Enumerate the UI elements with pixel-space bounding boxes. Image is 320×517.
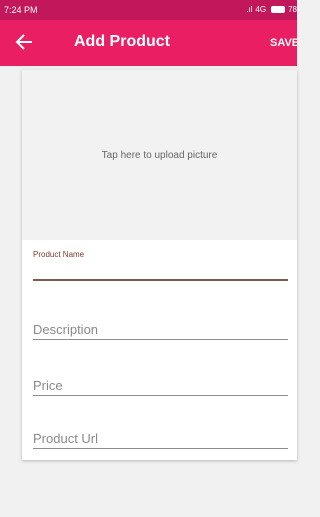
upload-picture-area[interactable]: Tap here to upload picture: [22, 70, 297, 240]
product-url-input[interactable]: [33, 428, 288, 448]
price-underline: [33, 395, 288, 396]
network-type: 4G: [255, 5, 267, 14]
product-url-underline: [33, 448, 288, 449]
product-name-label: Product Name: [33, 250, 85, 259]
product-name-underline: [33, 279, 288, 281]
product-form-card: Tap here to upload picture Product Name: [22, 70, 297, 460]
back-arrow-icon[interactable]: [12, 30, 36, 54]
description-underline: [33, 339, 288, 340]
price-field: [33, 375, 288, 396]
status-icons: .ıl 4G 78: [246, 5, 297, 14]
battery-level: 78: [288, 5, 297, 14]
product-url-field: [33, 428, 288, 449]
save-button[interactable]: SAVE: [270, 37, 297, 49]
signal-icon: .ıl: [246, 5, 253, 14]
product-name-field: Product Name: [33, 250, 288, 281]
description-field: [33, 319, 288, 340]
page-title: Add Product: [74, 33, 170, 50]
upload-label: Tap here to upload picture: [101, 150, 218, 161]
status-bar: 7:24 PM .ıl 4G 78: [0, 0, 297, 20]
battery-icon: [271, 6, 286, 13]
product-name-input[interactable]: [33, 259, 288, 279]
price-input[interactable]: [33, 375, 288, 395]
description-input[interactable]: [33, 319, 288, 339]
status-time: 7:24 PM: [4, 5, 38, 15]
app-bar: Add Product SAVE: [0, 20, 297, 66]
